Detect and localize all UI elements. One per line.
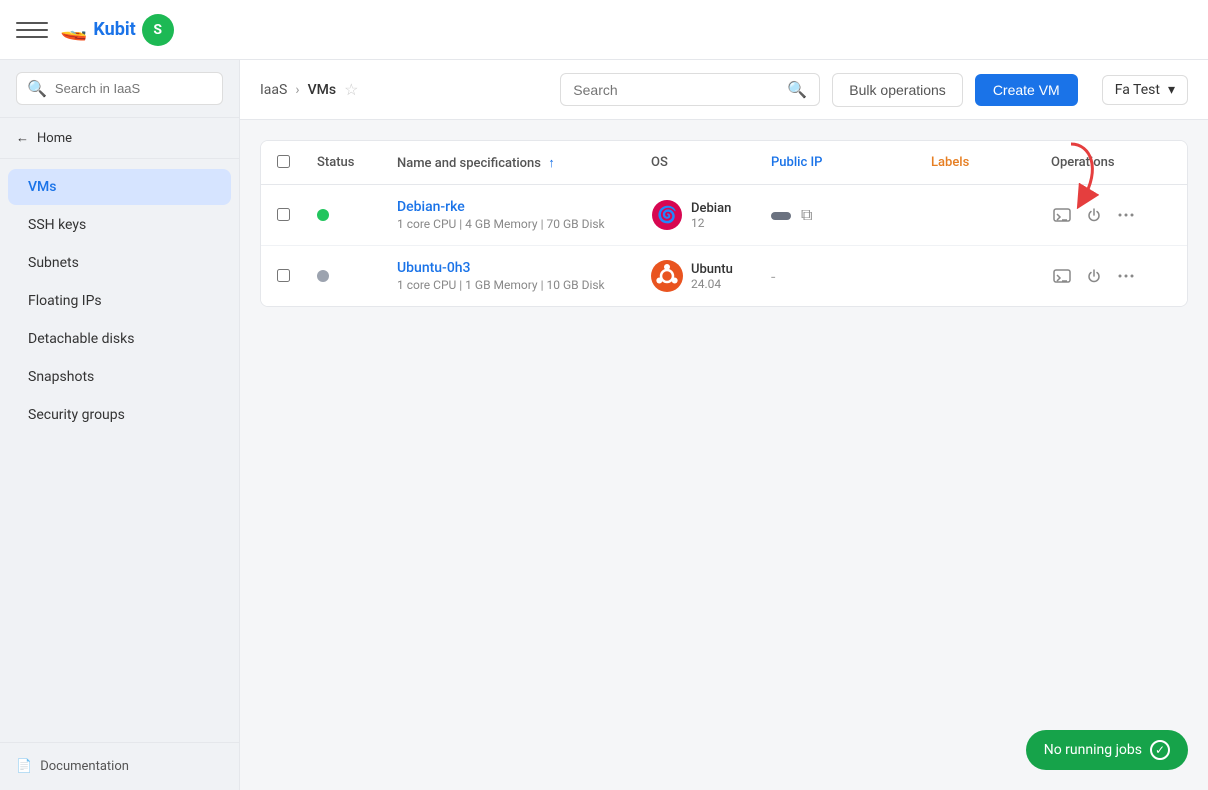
ops-cell-2 [1051, 265, 1171, 287]
vm-name-1[interactable]: Debian-rke [397, 199, 651, 215]
sidebar-search-input[interactable] [55, 81, 212, 96]
check-circle-icon: ✓ [1150, 740, 1170, 760]
tenant-selector[interactable]: Fa Test ▾ [1102, 75, 1188, 105]
ip-badge-1 [771, 212, 791, 220]
sidebar-item-vms[interactable]: VMs [8, 169, 231, 205]
table-header: Status Name and specifications ↑ OS Publ… [261, 141, 1187, 185]
table-row: Debian-rke 1 core CPU | 4 GB Memory | 70… [261, 185, 1187, 246]
vm-content: Status Name and specifications ↑ OS Publ… [240, 120, 1208, 790]
col-status: Status [317, 155, 397, 170]
select-all-checkbox-cell [277, 153, 317, 172]
app-name: Kubit [93, 19, 135, 40]
create-vm-button[interactable]: Create VM [975, 74, 1078, 106]
no-jobs-badge: No running jobs ✓ [1026, 730, 1188, 770]
col-labels: Labels [931, 155, 1051, 170]
os-cell-1: 🌀 Debian 12 [651, 199, 771, 231]
sidebar-search-container: 🔍 [0, 60, 239, 118]
no-jobs-bar: No running jobs ✓ [1026, 730, 1188, 770]
search-icon: 🔍 [787, 80, 807, 99]
search-input[interactable] [573, 82, 779, 98]
sidebar-item-floating-ips[interactable]: Floating IPs [8, 283, 231, 319]
console-icon-2[interactable] [1051, 265, 1073, 287]
name-spec-cell-2: Ubuntu-0h3 1 core CPU | 1 GB Memory | 10… [397, 260, 651, 292]
sidebar-item-security-groups[interactable]: Security groups [8, 397, 231, 433]
col-public-ip: Public IP [771, 155, 931, 170]
hamburger-menu[interactable] [16, 14, 48, 46]
table-row: Ubuntu-0h3 1 core CPU | 1 GB Memory | 10… [261, 246, 1187, 306]
favorite-star-icon[interactable]: ☆ [344, 80, 358, 99]
breadcrumb-parent[interactable]: IaaS [260, 82, 287, 98]
sidebar-footer: 📄 Documentation [0, 742, 239, 790]
power-icon-2[interactable] [1083, 265, 1105, 287]
vm-name-2[interactable]: Ubuntu-0h3 [397, 260, 651, 276]
row-checkbox-1[interactable] [277, 208, 290, 221]
back-arrow-icon: ← [16, 130, 29, 146]
row-checkbox-cell-1 [277, 206, 317, 225]
tenant-name: Fa Test [1115, 82, 1160, 98]
bulk-operations-button[interactable]: Bulk operations [832, 73, 963, 107]
sidebar-item-subnets[interactable]: Subnets [8, 245, 231, 281]
sidebar-search-icon: 🔍 [27, 79, 47, 98]
select-all-checkbox[interactable] [277, 155, 290, 168]
content-area: IaaS › VMs ☆ 🔍 Bulk operations Create VM… [240, 60, 1208, 790]
content-topbar: IaaS › VMs ☆ 🔍 Bulk operations Create VM… [240, 60, 1208, 120]
ops-cell-1 [1051, 204, 1171, 226]
debian-os-icon: 🌀 [651, 199, 683, 231]
svg-text:🌀: 🌀 [657, 205, 677, 224]
name-spec-cell-1: Debian-rke 1 core CPU | 4 GB Memory | 70… [397, 199, 651, 231]
doc-icon: 📄 [16, 759, 32, 774]
status-cell-1 [317, 209, 397, 221]
status-cell-2 [317, 270, 397, 282]
tenant-dropdown-icon: ▾ [1168, 82, 1175, 98]
logo-s-icon: S [142, 14, 174, 46]
status-dot-running [317, 209, 329, 221]
sidebar-item-detachable-disks[interactable]: Detachable disks [8, 321, 231, 357]
ip-cell-1: ⧉ [771, 205, 931, 225]
status-dot-stopped [317, 270, 329, 282]
sidebar-nav: VMs SSH keys Subnets Floating IPs Detach… [0, 159, 239, 742]
sidebar-item-ssh-keys[interactable]: SSH keys [8, 207, 231, 243]
search-box: 🔍 [560, 73, 820, 106]
no-jobs-label: No running jobs [1044, 742, 1142, 758]
console-icon-1[interactable] [1051, 204, 1073, 226]
vm-spec-2: 1 core CPU | 1 GB Memory | 10 GB Disk [397, 278, 651, 292]
sidebar-home-item[interactable]: ← Home [0, 118, 239, 159]
row-checkbox-2[interactable] [277, 269, 290, 282]
home-label: Home [37, 131, 72, 146]
documentation-link[interactable]: 📄 Documentation [16, 759, 223, 774]
os-cell-2: Ubuntu 24.04 [651, 260, 771, 292]
more-options-icon-2[interactable] [1115, 265, 1137, 287]
breadcrumb-separator: › [295, 82, 299, 98]
os-version-1: 12 [691, 216, 731, 230]
ubuntu-os-icon [651, 260, 683, 292]
logo-boat-icon: 🚤 [60, 17, 87, 42]
sidebar-item-snapshots[interactable]: Snapshots [8, 359, 231, 395]
sidebar: 🔍 ← Home VMs SSH keys Subnets Floating I… [0, 60, 240, 790]
sort-arrow-icon[interactable]: ↑ [548, 156, 555, 171]
no-ip-dash-2: - [771, 267, 775, 286]
col-os: OS [651, 155, 771, 170]
os-version-2: 24.04 [691, 277, 733, 291]
more-options-icon-1[interactable] [1115, 204, 1137, 226]
breadcrumb-current: VMs [308, 82, 337, 98]
power-icon-1[interactable] [1083, 204, 1105, 226]
row-checkbox-cell-2 [277, 267, 317, 286]
breadcrumb: IaaS › VMs ☆ [260, 80, 358, 99]
os-name-2: Ubuntu [691, 262, 733, 277]
app-logo: 🚤 Kubit S [60, 14, 174, 46]
vm-table: Status Name and specifications ↑ OS Publ… [260, 140, 1188, 307]
copy-ip-icon[interactable]: ⧉ [801, 205, 812, 224]
col-operations: Operations [1051, 155, 1171, 170]
os-name-1: Debian [691, 201, 731, 216]
ip-cell-2: - [771, 267, 931, 286]
col-name-specs: Name and specifications ↑ [397, 155, 651, 171]
vm-spec-1: 1 core CPU | 4 GB Memory | 70 GB Disk [397, 217, 651, 231]
documentation-label: Documentation [40, 759, 129, 774]
